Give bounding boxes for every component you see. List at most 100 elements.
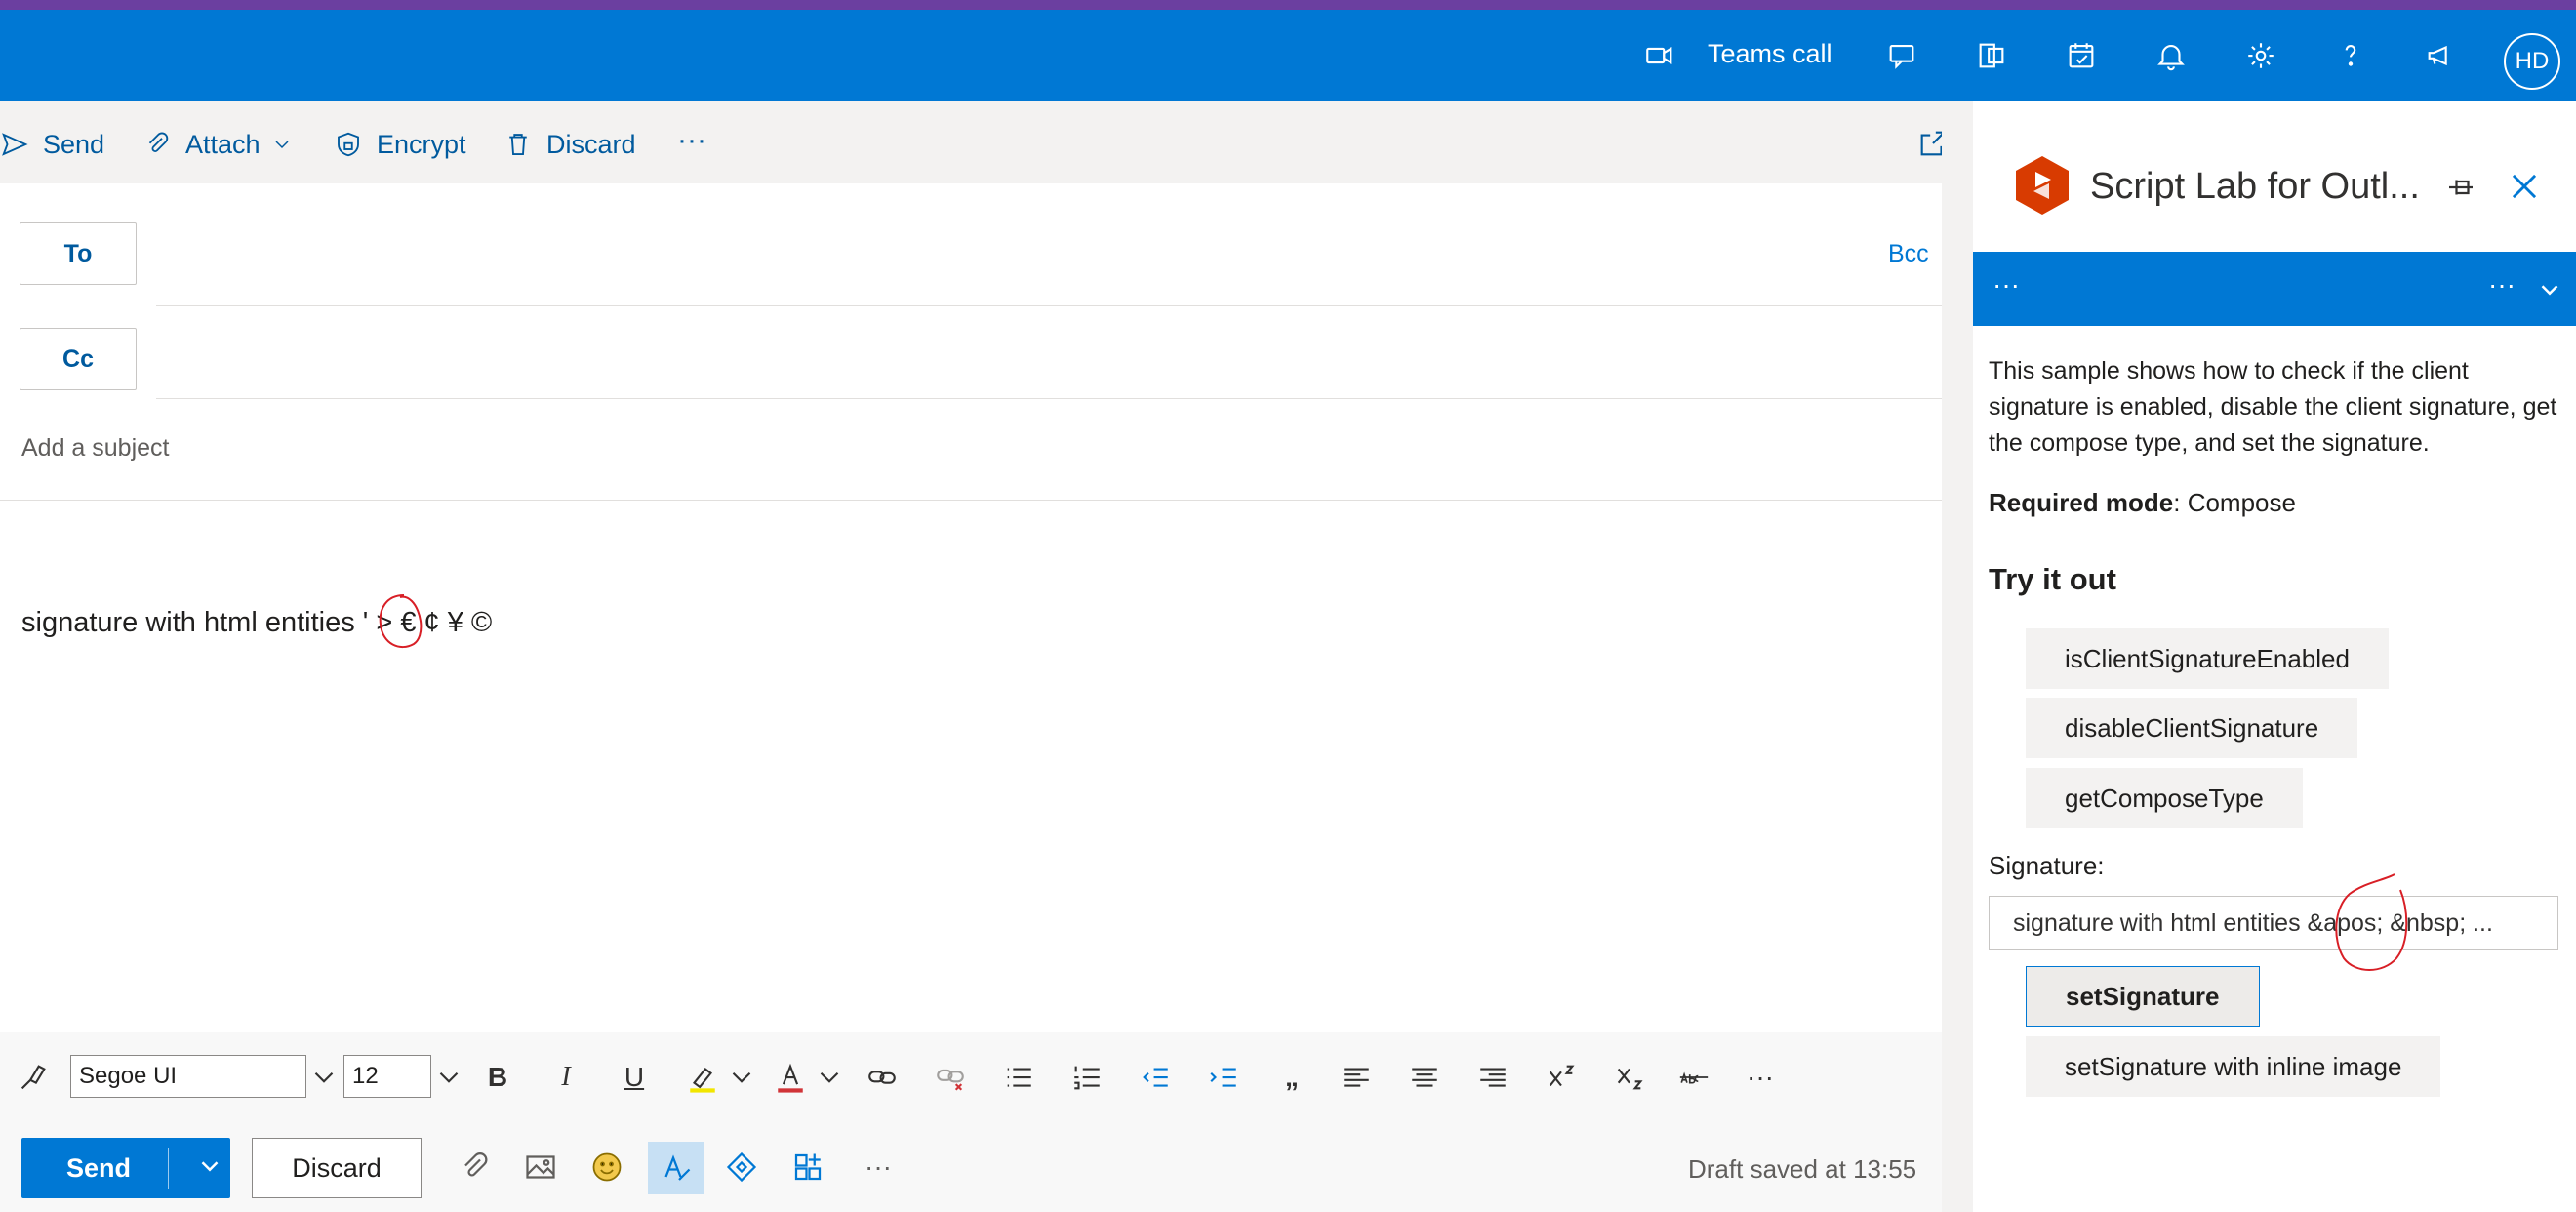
align-center-icon[interactable] bbox=[1405, 1058, 1444, 1097]
to-button[interactable]: To bbox=[20, 222, 137, 285]
quote-icon: „ bbox=[1285, 1062, 1299, 1092]
discard-button-label: Discard bbox=[292, 1152, 382, 1183]
format-more-label: ··· bbox=[1747, 1062, 1774, 1092]
toolbar-discard-label: Discard bbox=[546, 129, 636, 159]
bullet-list-icon[interactable] bbox=[999, 1058, 1038, 1097]
signature-input[interactable]: signature with html entities &apos; &nbs… bbox=[1989, 896, 2558, 950]
font-name-value: Segoe UI bbox=[79, 1063, 178, 1089]
subject-input[interactable]: Add a subject bbox=[21, 434, 170, 463]
teams-call-label[interactable]: Teams call bbox=[1708, 39, 1832, 69]
ink-circle-annotation bbox=[379, 594, 423, 649]
toolbar-discard-button[interactable]: Discard bbox=[503, 125, 636, 164]
subscript-icon[interactable] bbox=[1610, 1058, 1649, 1097]
script-lab-menu-button[interactable]: ··· bbox=[1992, 269, 2020, 301]
close-icon[interactable] bbox=[2506, 168, 2543, 205]
chevron-down-icon[interactable] bbox=[270, 133, 294, 156]
get-compose-type-button[interactable]: getComposeType bbox=[2026, 768, 2303, 828]
help-icon[interactable] bbox=[2326, 31, 2375, 80]
try-it-out-heading: Try it out bbox=[1989, 562, 2116, 596]
editor-icon[interactable] bbox=[648, 1142, 704, 1194]
cc-field-divider bbox=[156, 398, 1942, 399]
chevron-down-icon[interactable] bbox=[304, 1058, 343, 1097]
bold-icon: B bbox=[487, 1062, 508, 1092]
chevron-down-icon[interactable] bbox=[2535, 275, 2564, 304]
chat-bubbles-icon[interactable] bbox=[1877, 31, 1926, 80]
strikethrough-icon[interactable] bbox=[1674, 1058, 1713, 1097]
gear-icon[interactable] bbox=[2236, 31, 2285, 80]
font-size-value: 12 bbox=[352, 1063, 379, 1089]
chevron-down-icon[interactable] bbox=[195, 1151, 224, 1181]
window-top-strip bbox=[0, 0, 2576, 10]
pin-icon[interactable] bbox=[2443, 170, 2478, 205]
script-lab-more-button[interactable]: ··· bbox=[2488, 269, 2516, 301]
underline-icon: U bbox=[624, 1062, 645, 1092]
apps-icon[interactable] bbox=[786, 1146, 829, 1189]
is-client-signature-enabled-button[interactable]: isClientSignatureEnabled bbox=[2026, 628, 2389, 689]
link-icon[interactable] bbox=[863, 1058, 902, 1097]
align-right-icon[interactable] bbox=[1473, 1058, 1512, 1097]
megaphone-icon[interactable] bbox=[2416, 31, 2465, 80]
italic-icon: I bbox=[561, 1062, 571, 1092]
avatar[interactable]: HD bbox=[2504, 33, 2560, 90]
required-mode: Required mode: Compose bbox=[1989, 488, 2296, 518]
bell-icon[interactable] bbox=[2147, 31, 2195, 80]
highlighter-icon[interactable] bbox=[683, 1058, 722, 1097]
align-left-icon[interactable] bbox=[1337, 1058, 1376, 1097]
footer-more-button[interactable]: ··· bbox=[857, 1146, 900, 1189]
decrease-indent-icon[interactable] bbox=[1136, 1058, 1175, 1097]
chevron-down-icon[interactable] bbox=[429, 1058, 468, 1097]
send-button-label: Send bbox=[66, 1153, 132, 1183]
to-field[interactable] bbox=[156, 222, 1873, 285]
video-camera-icon[interactable] bbox=[1635, 31, 1684, 80]
chevron-down-icon[interactable] bbox=[722, 1058, 761, 1097]
set-signature-button[interactable]: setSignature bbox=[2026, 966, 2260, 1027]
superscript-icon[interactable] bbox=[1542, 1058, 1581, 1097]
italic-button[interactable]: I bbox=[546, 1058, 585, 1097]
trash-icon bbox=[509, 134, 527, 155]
script-lab-command-bar: ··· ··· bbox=[1973, 252, 2576, 326]
underline-button[interactable]: U bbox=[615, 1058, 654, 1097]
font-name-select[interactable]: Segoe UI bbox=[70, 1055, 306, 1098]
send-button[interactable]: Send bbox=[21, 1138, 230, 1198]
emoji-icon[interactable] bbox=[585, 1146, 628, 1189]
pane-divider bbox=[1942, 101, 1973, 1212]
sample-description: This sample shows how to check if the cl… bbox=[1989, 357, 2557, 457]
toolbar-more-button[interactable]: ··· bbox=[677, 121, 706, 160]
format-painter-icon[interactable] bbox=[14, 1058, 53, 1097]
disable-client-signature-button[interactable]: disableClientSignature bbox=[2026, 698, 2358, 758]
toolbar-send-button[interactable]: Send bbox=[0, 125, 104, 164]
signature-label: Signature: bbox=[1989, 851, 2105, 880]
insert-picture-icon[interactable] bbox=[519, 1146, 562, 1189]
script-lab-logo-icon bbox=[2016, 156, 2069, 215]
toolbar-send-label: Send bbox=[43, 129, 105, 159]
set-signature-inline-image-button[interactable]: setSignature with inline image bbox=[2026, 1036, 2441, 1097]
script-lab-title: Script Lab for Outl... bbox=[2090, 166, 2420, 207]
toolbar-encrypt-label: Encrypt bbox=[377, 129, 466, 159]
increase-indent-icon[interactable] bbox=[1204, 1058, 1243, 1097]
cc-button[interactable]: Cc bbox=[20, 328, 137, 390]
bcc-link[interactable]: Bcc bbox=[1888, 240, 1929, 268]
toolbar-more-label: ··· bbox=[677, 124, 706, 156]
attach-icon[interactable] bbox=[453, 1146, 496, 1189]
discard-button[interactable]: Discard bbox=[252, 1138, 422, 1198]
quote-button[interactable]: „ bbox=[1272, 1058, 1311, 1097]
numbered-list-icon[interactable] bbox=[1067, 1058, 1107, 1097]
office-app-icon[interactable] bbox=[1967, 31, 2016, 80]
toolbar-attach-label: Attach bbox=[185, 129, 261, 159]
format-more-button[interactable]: ··· bbox=[1741, 1058, 1780, 1097]
cc-label: Cc bbox=[62, 344, 94, 373]
calendar-check-icon[interactable] bbox=[2057, 31, 2106, 80]
chevron-down-icon[interactable] bbox=[810, 1058, 849, 1097]
remove-link-icon[interactable] bbox=[931, 1058, 970, 1097]
cc-field[interactable] bbox=[156, 328, 1932, 390]
signature-input-value: signature with html entities &apos; &nbs… bbox=[2013, 909, 2493, 937]
loop-component-icon[interactable] bbox=[720, 1146, 763, 1189]
toolbar-attach-button[interactable]: Attach bbox=[142, 125, 307, 164]
footer-more-label: ··· bbox=[865, 1151, 892, 1182]
avatar-initials: HD bbox=[2515, 48, 2550, 74]
bold-button[interactable]: B bbox=[478, 1058, 517, 1097]
toolbar-encrypt-button[interactable]: Encrypt bbox=[334, 125, 466, 164]
font-size-select[interactable]: 12 bbox=[343, 1055, 431, 1098]
font-color-icon[interactable] bbox=[771, 1058, 810, 1097]
paperclip-icon bbox=[148, 132, 169, 152]
